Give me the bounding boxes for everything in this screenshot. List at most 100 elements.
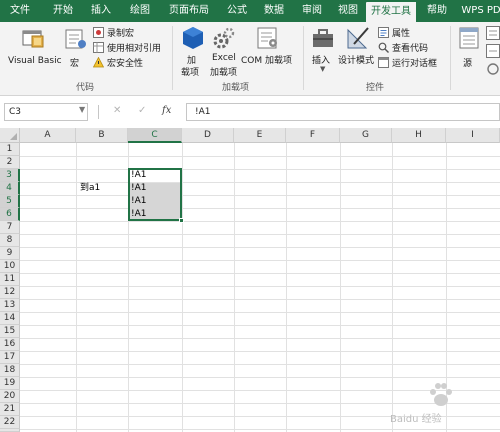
row-header-11[interactable]: 11 bbox=[0, 273, 20, 286]
xml-expand-icon[interactable] bbox=[486, 44, 500, 58]
row-header-10[interactable]: 10 bbox=[0, 260, 20, 273]
group-divider bbox=[450, 26, 451, 90]
column-header-g[interactable]: G bbox=[340, 128, 392, 143]
xml-map-icon[interactable] bbox=[486, 26, 500, 40]
fill-handle[interactable] bbox=[179, 218, 184, 223]
row-header-12[interactable]: 12 bbox=[0, 286, 20, 299]
relative-references-icon bbox=[93, 42, 104, 53]
tab-insert[interactable]: 插入 bbox=[84, 0, 118, 22]
column-header-f[interactable]: F bbox=[286, 128, 340, 143]
row-header-2[interactable]: 2 bbox=[0, 156, 20, 169]
row-header-13[interactable]: 13 bbox=[0, 299, 20, 312]
com-addins-button[interactable]: COM 加载项 bbox=[240, 24, 298, 78]
row-header-19[interactable]: 19 bbox=[0, 377, 20, 390]
properties-label: 属性 bbox=[392, 29, 411, 39]
select-all-triangle-icon bbox=[10, 133, 17, 140]
name-box-dropdown-icon[interactable]: ▼ bbox=[79, 105, 85, 114]
tab-view[interactable]: 视图 bbox=[332, 0, 364, 22]
tab-home[interactable]: 开始 bbox=[44, 0, 82, 22]
tab-data[interactable]: 数据 bbox=[256, 0, 292, 22]
visual-basic-icon bbox=[22, 30, 44, 48]
gridline bbox=[20, 195, 500, 196]
visual-basic-button[interactable]: Visual Basic bbox=[4, 24, 62, 76]
column-header-h[interactable]: H bbox=[392, 128, 446, 143]
macro-security-label: 宏安全性 bbox=[107, 59, 144, 69]
macros-label: 宏 bbox=[70, 59, 80, 69]
column-header-c[interactable]: C bbox=[128, 128, 182, 143]
properties-button[interactable]: 属性 bbox=[378, 26, 444, 39]
gridline bbox=[76, 143, 77, 432]
column-header-d[interactable]: D bbox=[182, 128, 234, 143]
com-addins-label: COM 加载项 bbox=[241, 56, 292, 66]
tab-review[interactable]: 审阅 bbox=[294, 0, 330, 22]
column-header-a[interactable]: A bbox=[20, 128, 76, 143]
toolbox-icon bbox=[313, 29, 333, 47]
select-all-button[interactable] bbox=[0, 128, 20, 143]
record-macro-button[interactable]: 录制宏 bbox=[93, 26, 169, 39]
row-header-4[interactable]: 4 bbox=[0, 182, 20, 195]
column-header-b[interactable]: B bbox=[76, 128, 128, 143]
relative-references-button[interactable]: 使用相对引用 bbox=[93, 41, 169, 54]
gridline bbox=[20, 299, 500, 300]
row-header-22[interactable]: 22 bbox=[0, 416, 20, 429]
addins-label-line2: 载项 bbox=[181, 68, 200, 78]
design-mode-button[interactable]: 设计模式 bbox=[338, 24, 378, 78]
cancel-icon[interactable]: ✕ bbox=[113, 105, 121, 116]
macros-button[interactable]: 宏 bbox=[64, 24, 90, 76]
insert-function-icon[interactable]: fx bbox=[162, 105, 171, 116]
group-divider bbox=[172, 26, 173, 90]
tab-file[interactable]: 文件 bbox=[0, 0, 40, 22]
run-dialog-icon bbox=[378, 57, 389, 68]
source-button[interactable]: 源 bbox=[456, 24, 482, 78]
gridline bbox=[20, 338, 500, 339]
gridline bbox=[20, 325, 500, 326]
name-box[interactable]: C3 bbox=[4, 103, 88, 121]
tab-help[interactable]: 帮助 bbox=[420, 0, 454, 22]
cell-b4[interactable]: 到a1 bbox=[80, 182, 100, 195]
tab-page-layout[interactable]: 页面布局 bbox=[160, 0, 218, 22]
macro-security-button[interactable]: 宏安全性 bbox=[93, 56, 169, 69]
column-header-e[interactable]: E bbox=[234, 128, 286, 143]
tab-formulas[interactable]: 公式 bbox=[220, 0, 254, 22]
addins-button[interactable]: 加 载项 bbox=[178, 24, 208, 78]
row-header-8[interactable]: 8 bbox=[0, 234, 20, 247]
ribbon-developer: Visual Basic 宏 录制宏 使用相对引用 宏安全性 代码 加 载项 E… bbox=[0, 22, 500, 96]
run-dialog-button[interactable]: 运行对话框 bbox=[378, 56, 444, 69]
row-header-16[interactable]: 16 bbox=[0, 338, 20, 351]
formula-bar-divider bbox=[98, 105, 99, 119]
formula-input[interactable]: !A1 bbox=[186, 103, 500, 121]
gridline bbox=[20, 169, 500, 170]
row-header-5[interactable]: 5 bbox=[0, 195, 20, 208]
chevron-down-icon: ▼ bbox=[320, 65, 326, 73]
excel-addins-label-line2: 加载项 bbox=[210, 68, 238, 78]
tab-wps-pdf[interactable]: WPS PD bbox=[456, 0, 500, 22]
row-header-18[interactable]: 18 bbox=[0, 364, 20, 377]
gridline bbox=[20, 221, 500, 222]
design-mode-icon bbox=[347, 27, 369, 49]
gridline bbox=[20, 286, 500, 287]
excel-addins-button[interactable]: Excel 加载项 bbox=[208, 24, 240, 78]
gridline bbox=[20, 234, 500, 235]
row-header-9[interactable]: 9 bbox=[0, 247, 20, 260]
row-header-21[interactable]: 21 bbox=[0, 403, 20, 416]
column-header-i[interactable]: I bbox=[446, 128, 500, 143]
row-header-3[interactable]: 3 bbox=[0, 169, 20, 182]
row-header-7[interactable]: 7 bbox=[0, 221, 20, 234]
enter-icon[interactable]: ✓ bbox=[138, 105, 146, 116]
view-code-button[interactable]: 查看代码 bbox=[378, 41, 444, 54]
row-header-6[interactable]: 6 bbox=[0, 208, 20, 221]
gridline bbox=[20, 260, 500, 261]
row-header-20[interactable]: 20 bbox=[0, 390, 20, 403]
tab-draw[interactable]: 绘图 bbox=[122, 0, 158, 22]
insert-control-button[interactable]: 插入 ▼ bbox=[308, 24, 338, 78]
row-header-1[interactable]: 1 bbox=[0, 143, 20, 156]
tab-developer[interactable]: 开发工具 bbox=[366, 2, 416, 22]
xml-refresh-icon[interactable] bbox=[486, 62, 500, 76]
group-divider bbox=[303, 26, 304, 90]
row-header-14[interactable]: 14 bbox=[0, 312, 20, 325]
run-dialog-label: 运行对话框 bbox=[392, 59, 438, 69]
com-addins-icon bbox=[257, 27, 277, 49]
watermark: Baidu 经验 bbox=[380, 380, 496, 426]
row-header-15[interactable]: 15 bbox=[0, 325, 20, 338]
row-header-17[interactable]: 17 bbox=[0, 351, 20, 364]
